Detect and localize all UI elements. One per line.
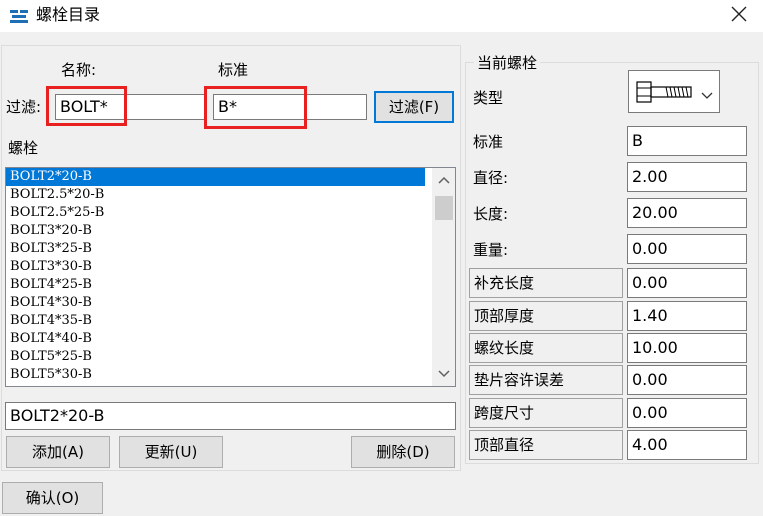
delete-button[interactable]: 删除(D) bbox=[351, 436, 455, 468]
head-diameter-field[interactable]: 4.00 bbox=[627, 430, 747, 460]
type-label: 类型 bbox=[473, 89, 504, 107]
add-button-label: 添加(A) bbox=[32, 443, 84, 461]
scroll-thumb[interactable] bbox=[435, 196, 453, 220]
current-bolt-label: 当前螺栓 bbox=[474, 53, 541, 73]
app-icon bbox=[9, 8, 29, 24]
washer-tolerance-label: 垫片容许误差 bbox=[469, 365, 623, 395]
list-item[interactable]: BOLT4*30-B bbox=[6, 294, 455, 312]
filter-button[interactable]: 过滤(F) bbox=[374, 91, 454, 123]
bolt-type-icon bbox=[636, 80, 692, 108]
length-label: 长度: bbox=[473, 205, 509, 223]
washer-tolerance-field[interactable]: 0.00 bbox=[627, 365, 747, 395]
diameter-field[interactable]: 2.00 bbox=[627, 162, 747, 192]
update-button-label: 更新(U) bbox=[144, 443, 198, 461]
bolt-type-select[interactable] bbox=[628, 70, 720, 113]
ok-button[interactable]: 确认(O) bbox=[2, 482, 103, 514]
span-field[interactable]: 0.00 bbox=[627, 398, 747, 428]
window-title: 螺栓目录 bbox=[36, 5, 101, 24]
head-thickness-field[interactable]: 1.40 bbox=[627, 301, 747, 331]
extra-length-field[interactable]: 0.00 bbox=[627, 268, 747, 298]
standard-filter-label: 标准 bbox=[218, 61, 249, 79]
scroll-up-icon[interactable] bbox=[432, 170, 455, 190]
standard-label: 标准 bbox=[473, 133, 504, 151]
name-highlight-box bbox=[46, 86, 127, 126]
list-item[interactable]: BOLT2.5*25-B bbox=[6, 204, 455, 222]
list-item[interactable]: BOLT3*30-B bbox=[6, 258, 455, 276]
list-item[interactable]: BOLT3*20-B bbox=[6, 222, 455, 240]
ok-button-label: 确认(O) bbox=[25, 489, 80, 507]
standard-field[interactable]: B bbox=[627, 126, 747, 156]
update-button[interactable]: 更新(U) bbox=[119, 436, 223, 468]
list-item[interactable]: BOLT5*25-B bbox=[6, 348, 455, 366]
filter-label: 过滤: bbox=[6, 98, 42, 116]
diameter-label: 直径: bbox=[473, 169, 509, 187]
list-item[interactable]: BOLT4*40-B bbox=[6, 330, 455, 348]
list-item[interactable]: BOLT5*30-B bbox=[6, 366, 455, 384]
list-item[interactable]: BOLT4*25-B bbox=[6, 276, 455, 294]
extra-length-label: 补充长度 bbox=[469, 268, 623, 298]
list-item[interactable]: BOLT3*25-B bbox=[6, 240, 455, 258]
chevron-down-icon bbox=[701, 86, 713, 104]
name-label: 名称: bbox=[61, 61, 97, 79]
bolt-list[interactable]: BOLT2*20-B BOLT2.5*20-B BOLT2.5*25-B BOLT3*… bbox=[5, 167, 456, 387]
close-icon[interactable] bbox=[728, 3, 750, 25]
list-item[interactable]: BOLT2*20-B bbox=[6, 168, 425, 186]
filter-button-label: 过滤(F) bbox=[388, 98, 440, 116]
thread-length-label: 螺纹长度 bbox=[469, 333, 623, 363]
delete-button-label: 删除(D) bbox=[376, 443, 430, 461]
bolt-name-input[interactable]: BOLT2*20-B bbox=[5, 402, 456, 430]
bolt-list-items: BOLT2*20-B BOLT2.5*20-B BOLT2.5*25-B BOLT3*… bbox=[6, 168, 455, 384]
list-scrollbar[interactable] bbox=[432, 168, 455, 386]
title-bar bbox=[0, 0, 763, 32]
head-thickness-label: 顶部厚度 bbox=[469, 301, 623, 331]
head-diameter-label: 顶部直径 bbox=[469, 430, 623, 460]
bolts-label: 螺栓 bbox=[8, 139, 39, 157]
weight-field[interactable]: 0.00 bbox=[627, 234, 747, 264]
list-item[interactable]: BOLT2.5*20-B bbox=[6, 186, 455, 204]
scroll-down-icon[interactable] bbox=[432, 364, 455, 384]
weight-label: 重量: bbox=[473, 241, 509, 259]
list-item[interactable]: BOLT4*35-B bbox=[6, 312, 455, 330]
standard-highlight-box bbox=[204, 86, 307, 129]
span-label: 跨度尺寸 bbox=[469, 398, 623, 428]
length-field[interactable]: 20.00 bbox=[627, 198, 747, 228]
add-button[interactable]: 添加(A) bbox=[6, 436, 110, 468]
thread-length-field[interactable]: 10.00 bbox=[627, 333, 747, 363]
